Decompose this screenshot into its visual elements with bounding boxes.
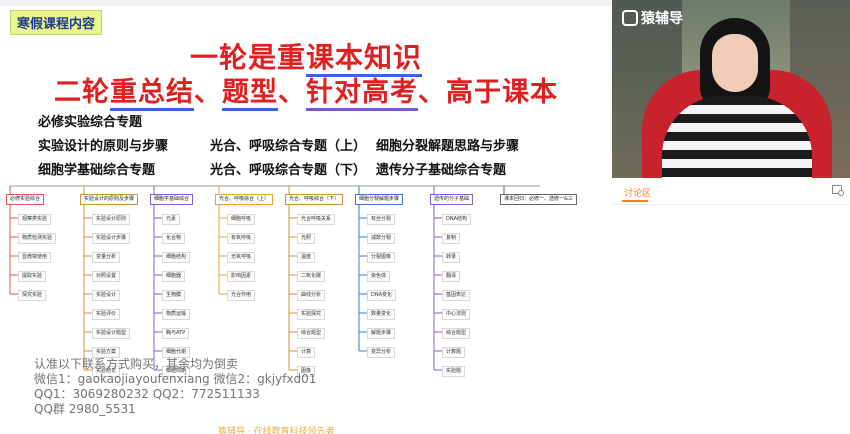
tab-discussion[interactable]: 讨论区	[624, 186, 651, 199]
mind-map-node: 对照设置	[92, 271, 121, 282]
mind-map-header: 课本回归：必修一、选修一&三	[500, 194, 577, 205]
mind-map-node: 实验设计原则	[92, 214, 131, 225]
mind-map-node: 生物膜	[162, 290, 186, 301]
mind-map-node: 细胞呼吸	[227, 214, 256, 225]
mind-map-header: 细胞学基础综合	[150, 194, 194, 205]
topic-item: 光合、呼吸综合专题（上）	[210, 139, 367, 154]
brand-icon	[622, 10, 638, 26]
mind-map-node: 实验设计	[92, 290, 121, 301]
title2-part-e: 、	[278, 77, 306, 108]
mind-map-node: 实验设计步骤	[92, 233, 131, 244]
mind-map-node: 数量变化	[367, 309, 396, 320]
mind-map-node: 变量分析	[92, 252, 121, 263]
mind-map-node: 染色体	[367, 271, 391, 282]
bottom-banner: 猿辅导 · 在线教育科技领先者	[218, 427, 335, 434]
mind-map-node: 无氧呼吸	[227, 252, 256, 263]
mind-map-node: 探究实验	[18, 290, 47, 301]
title2-part-d: 题型	[222, 77, 278, 111]
mind-map-node: 光合呼吸关系	[297, 214, 336, 225]
mind-map-node: 中心法则	[442, 309, 471, 320]
title2-part-a: 二轮	[54, 77, 110, 108]
mind-map-header: 必修实验综合	[6, 194, 45, 205]
mind-map-node: 减数分裂	[367, 233, 396, 244]
mind-map-node: 实验题	[442, 366, 466, 377]
topic-item: 遗传分子基础综合专题	[376, 163, 507, 178]
mind-map-node: 有丝分裂	[367, 214, 396, 225]
panel-divider	[612, 204, 850, 205]
title2-part-b: 重总结	[110, 77, 194, 111]
mind-map-node: 有氧呼吸	[227, 233, 256, 244]
mind-map-node: 综合题型	[442, 328, 471, 339]
mind-map-node: 翻译	[442, 271, 461, 282]
topic-item: 实验设计的原则与步骤	[38, 139, 169, 154]
mind-map-header: 细胞分裂解题步骤	[355, 194, 404, 205]
mind-map-node: 物质运输	[162, 309, 191, 320]
mind-map-node: 曲线分析	[297, 290, 326, 301]
mind-map-node: 观察类实验	[18, 214, 52, 225]
slide-section-label: 寒假课程内容	[10, 10, 103, 35]
mind-map-node: DNA变化	[367, 290, 397, 301]
mind-map-node: 复制	[442, 233, 461, 244]
mind-map-header: 实验设计的原则及步骤	[80, 194, 139, 205]
mind-map-node: 实验评价	[92, 309, 121, 320]
mind-map-node: 提取实验	[18, 271, 47, 282]
mind-map-node: 显微镜使用	[18, 252, 52, 263]
teacher-face	[712, 34, 758, 92]
mind-map-node: 温度	[297, 252, 316, 263]
mind-map-node: 影响因素	[227, 271, 256, 282]
mind-map-header: 光合、呼吸综合（上）	[215, 194, 274, 205]
topic-item: 细胞学基础综合专题	[38, 163, 156, 178]
mind-map-node: 光照	[297, 233, 316, 244]
title2-part-c: 、	[194, 77, 222, 108]
slide-top-bar	[0, 0, 612, 6]
mind-map-node: 实验设计题型	[92, 328, 131, 339]
teacher-sweater	[662, 96, 812, 178]
mind-map-node: 物质检测实验	[18, 233, 57, 244]
lecture-slide: 寒假课程内容 一轮是重课本知识 二轮重总结、题型、针对高考、高于课本 必修实验综…	[0, 0, 612, 434]
discussion-panel: 讨论区	[612, 178, 850, 434]
topic-item: 光合、呼吸综合专题（下）	[210, 163, 367, 178]
title2-part-g: 、高于课本	[418, 77, 558, 108]
mind-map-node: 酶与ATP	[162, 328, 190, 339]
topic-item: 细胞分裂解题思路与步骤	[376, 139, 520, 154]
mind-map-node: 解题步骤	[367, 328, 396, 339]
mind-map-node: 变异分析	[367, 347, 396, 358]
mind-map-node: 光合作用	[227, 290, 256, 301]
chat-settings-icon[interactable]	[832, 185, 844, 196]
mind-map-node: 细胞器	[162, 271, 186, 282]
mind-map-node: 二氧化碳	[297, 271, 326, 282]
mind-map-node: 分裂图像	[367, 252, 396, 263]
mind-map-header: 光合、呼吸综合（下）	[285, 194, 344, 205]
slide-title-line-2: 二轮重总结、题型、针对高考、高于课本	[0, 70, 612, 111]
mind-map-node: 转录	[442, 252, 461, 263]
mind-map-node: 计算题	[442, 347, 466, 358]
mind-map-node: 元素	[162, 214, 181, 225]
brand-logo: 猿辅导	[622, 8, 683, 28]
brand-name: 猿辅导	[641, 11, 683, 27]
mind-map-node: 计算	[297, 347, 316, 358]
title2-part-f: 针对高考	[306, 77, 418, 111]
topic-item: 必修实验综合专题	[38, 115, 143, 130]
mind-map-node: 基因表达	[442, 290, 471, 301]
mind-map-node: DNA结构	[442, 214, 472, 225]
watermark-line: QQ群 2980_5531	[34, 402, 136, 416]
mind-map-node: 实验探究	[297, 309, 326, 320]
mind-map-node: 综合题型	[297, 328, 326, 339]
mind-map-node: 细胞结构	[162, 252, 191, 263]
mind-map-node: 化合物	[162, 233, 186, 244]
mind-map-header: 遗传的分子基础	[430, 194, 474, 205]
tab-active-indicator	[622, 200, 648, 202]
